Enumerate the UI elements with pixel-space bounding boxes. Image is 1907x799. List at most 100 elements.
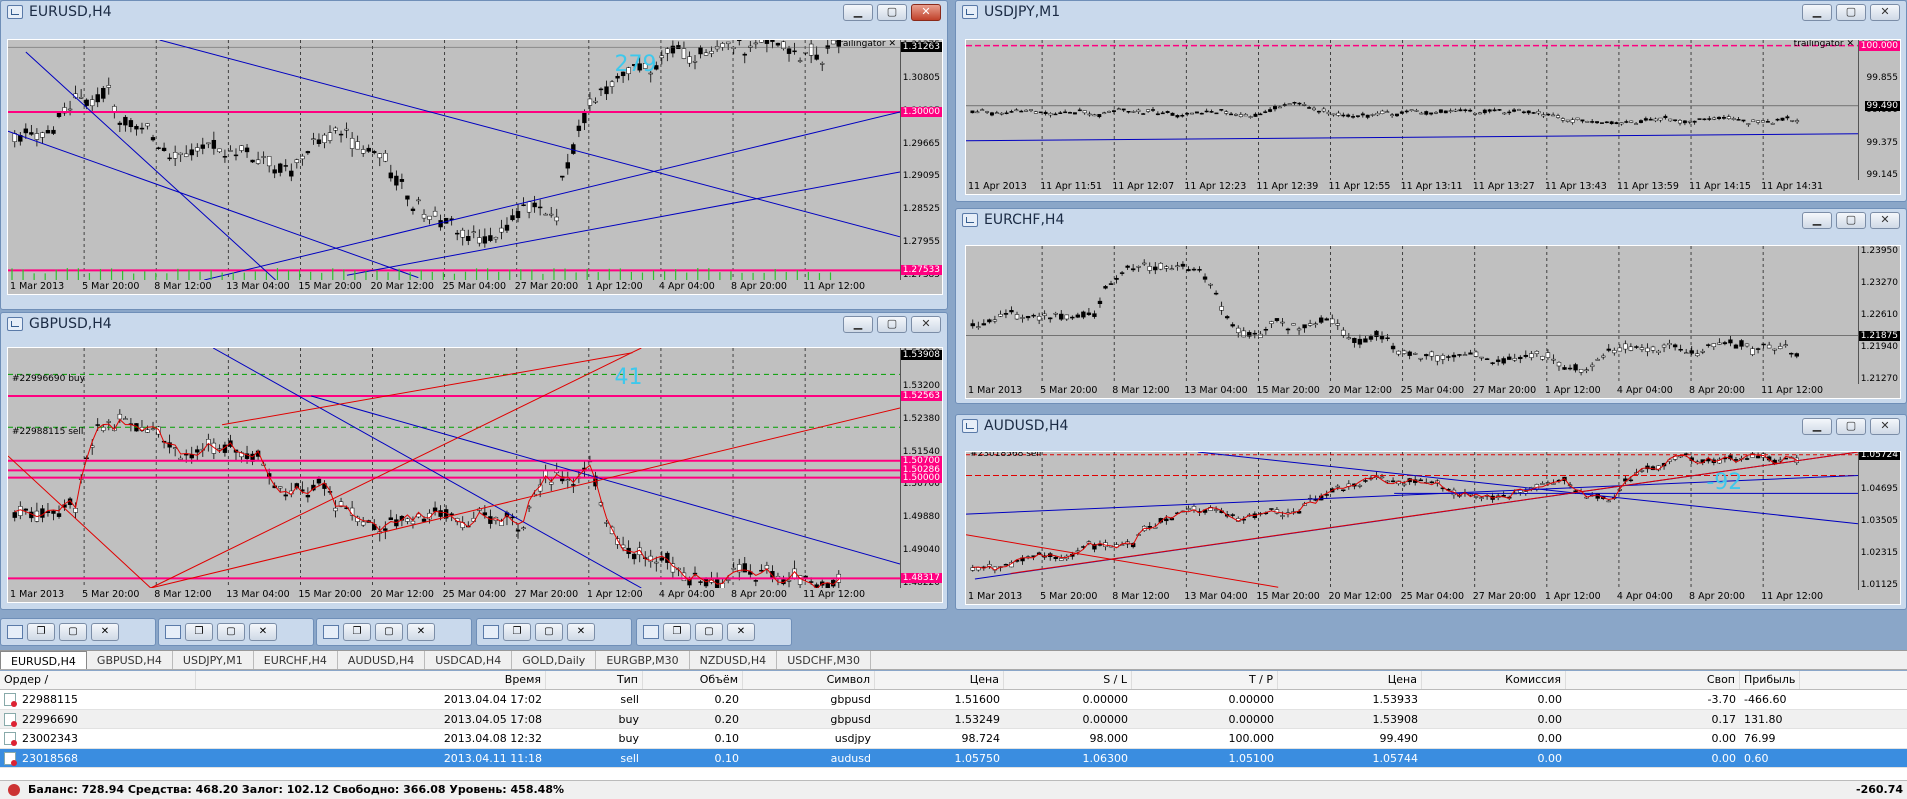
chart-tab[interactable]: USDCAD,H4: [425, 651, 513, 669]
maximize-button[interactable]: ▢: [1836, 4, 1866, 21]
column-header[interactable]: Ордер /: [0, 671, 196, 689]
table-row[interactable]: 22988115 2013.04.04 17:02 sell 0.20 gbpusd 1.…: [0, 690, 1907, 710]
candle-body: [1291, 323, 1296, 326]
candle-body: [1269, 508, 1274, 510]
close-button[interactable]: ✕: [1870, 418, 1900, 435]
minimize-button[interactable]: ▁: [1802, 4, 1832, 21]
maximize-button[interactable]: ▢: [1836, 418, 1866, 435]
table-cell: 0.00: [1711, 751, 1737, 765]
chart-area[interactable]: 1.23950 1.23270 1.22610 1.21940 1.21270 1.218…: [965, 245, 1901, 399]
close-button[interactable]: ✕: [727, 623, 755, 641]
titlebar[interactable]: EURUSD,H4 ▁ ▢ ✕: [1, 1, 947, 23]
indicator-label[interactable]: trailingator ✕: [836, 40, 896, 49]
candle-body: [482, 512, 488, 516]
chart-area[interactable]: 100.06599.85599.60099.37599.145100.00099…: [965, 39, 1901, 195]
chart-area[interactable]: 1.313751.308051.302351.296651.290951.285…: [7, 39, 943, 295]
candle-body: [1612, 350, 1617, 354]
window-audusd[interactable]: AUDUSD,H4 ▁ ▢ ✕ 1.056951.046951.035051.0…: [955, 414, 1907, 610]
restore-button[interactable]: ❐: [663, 623, 691, 641]
titlebar[interactable]: AUDUSD,H4 ▁ ▢ ✕: [956, 415, 1906, 437]
window-eurchf[interactable]: EURCHF,H4 ▁ ▢ ✕ 1.23950 1.23270 1.22610 1.2…: [955, 208, 1907, 404]
maximize-button[interactable]: ▢: [217, 623, 245, 641]
maximize-button[interactable]: ▢: [695, 623, 723, 641]
restore-button[interactable]: ❐: [503, 623, 531, 641]
candle-body: [692, 60, 698, 63]
candle-body: [576, 125, 582, 131]
chart-area[interactable]: 1.056951.046951.035051.023151.011251.057…: [965, 451, 1901, 605]
window-eurusd[interactable]: EURUSD,H4 ▁ ▢ ✕ 1.313751.308051.302351.2…: [0, 0, 948, 310]
minimize-button[interactable]: ▁: [1802, 212, 1832, 229]
chart-tab[interactable]: GOLD,Daily: [512, 651, 597, 669]
candle-body: [1368, 336, 1374, 340]
chart-tab[interactable]: NZDUSD,H4: [690, 651, 778, 669]
chart-tab[interactable]: GBPUSD,H4: [87, 651, 173, 669]
minimized-window[interactable]: ❐ ▢ ✕: [0, 618, 156, 646]
time-tick-label: 5 Mar 20:00: [82, 589, 140, 600]
column-header[interactable]: Объём: [643, 671, 743, 689]
column-header[interactable]: Тип: [546, 671, 643, 689]
titlebar[interactable]: USDJPY,M1 ▁ ▢ ✕: [956, 1, 1906, 23]
minimized-window[interactable]: ❐ ▢ ✕: [476, 618, 632, 646]
maximize-button[interactable]: ▢: [535, 623, 563, 641]
restore-button[interactable]: ❐: [185, 623, 213, 641]
candle-body: [1750, 348, 1755, 355]
column-header[interactable]: Цена: [1278, 671, 1422, 689]
column-header[interactable]: Комиссия: [1422, 671, 1566, 689]
table-cell: 0.00000: [1132, 690, 1278, 709]
minimize-button[interactable]: ▁: [843, 316, 873, 333]
chart-tab[interactable]: USDJPY,M1: [173, 651, 254, 669]
candle-body: [1285, 328, 1291, 331]
table-row[interactable]: 23002343 2013.04.08 12:32 buy 0.10 usdjpy 98.…: [0, 729, 1907, 749]
candle-body: [1706, 344, 1711, 346]
minimized-window[interactable]: ❐ ▢ ✕: [636, 618, 792, 646]
maximize-button[interactable]: ▢: [877, 4, 907, 21]
titlebar[interactable]: GBPUSD,H4 ▁ ▢ ✕: [1, 313, 947, 335]
minimize-button[interactable]: ▁: [1802, 418, 1832, 435]
window-usdjpy[interactable]: USDJPY,M1 ▁ ▢ ✕ 100.06599.85599.60099.37…: [955, 0, 1907, 202]
maximize-button[interactable]: ▢: [59, 623, 87, 641]
table-cell: 22996690: [22, 712, 78, 726]
minimized-window[interactable]: ❐ ▢ ✕: [158, 618, 314, 646]
chart-tab[interactable]: EURCHF,H4: [254, 651, 338, 669]
column-header[interactable]: S / L: [1004, 671, 1132, 689]
candle-body: [1263, 329, 1269, 331]
maximize-button[interactable]: ▢: [1836, 212, 1866, 229]
indicator-label[interactable]: trailingator ✕: [1794, 40, 1854, 49]
window-gbpusd[interactable]: GBPUSD,H4 ▁ ▢ ✕ 1.540201.532001.523801.5…: [0, 312, 948, 610]
titlebar[interactable]: EURCHF,H4 ▁ ▢ ✕: [956, 209, 1906, 231]
table-row[interactable]: 22996690 2013.04.05 17:08 buy 0.20 gbpusd 1.5…: [0, 709, 1907, 729]
minimize-button[interactable]: ▁: [843, 4, 873, 21]
maximize-button[interactable]: ▢: [877, 316, 907, 333]
close-button[interactable]: ✕: [1870, 212, 1900, 229]
chart-tab[interactable]: EURGBP,M30: [596, 651, 690, 669]
candle-body: [1584, 369, 1589, 372]
chart-tab[interactable]: USDCHF,M30: [777, 651, 871, 669]
close-button[interactable]: ✕: [911, 4, 941, 21]
table-row[interactable]: 23018568 2013.04.11 11:18 sell 0.10 audusd 1.…: [0, 748, 1907, 768]
chart-area[interactable]: 1.540201.532001.523801.515401.507001.498…: [7, 347, 943, 603]
column-header[interactable]: T / P: [1132, 671, 1278, 689]
restore-button[interactable]: ❐: [343, 623, 371, 641]
order-icon: [4, 732, 17, 746]
column-header[interactable]: Прибыль: [1740, 671, 1801, 689]
chart-tab[interactable]: AUDUSD,H4: [338, 651, 426, 669]
maximize-button[interactable]: ▢: [375, 623, 403, 641]
close-button[interactable]: ✕: [911, 316, 941, 333]
column-header[interactable]: Время: [196, 671, 546, 689]
minimized-window[interactable]: ❐ ▢ ✕: [316, 618, 472, 646]
close-button[interactable]: ✕: [1870, 4, 1900, 21]
candle-body: [1370, 114, 1375, 116]
candle-body: [128, 120, 134, 128]
close-button[interactable]: ✕: [407, 623, 435, 641]
column-header[interactable]: Цена: [875, 671, 1004, 689]
close-button[interactable]: ✕: [91, 623, 119, 641]
candle-body: [23, 128, 29, 134]
close-button[interactable]: ✕: [249, 623, 277, 641]
restore-button[interactable]: ❐: [27, 623, 55, 641]
close-button[interactable]: ✕: [567, 623, 595, 641]
table-cell: 0.00: [1566, 749, 1740, 768]
column-header[interactable]: Символ: [743, 671, 875, 689]
column-header[interactable]: Своп: [1566, 671, 1740, 689]
candle-body: [587, 98, 593, 106]
chart-tab[interactable]: EURUSD,H4: [0, 651, 87, 669]
